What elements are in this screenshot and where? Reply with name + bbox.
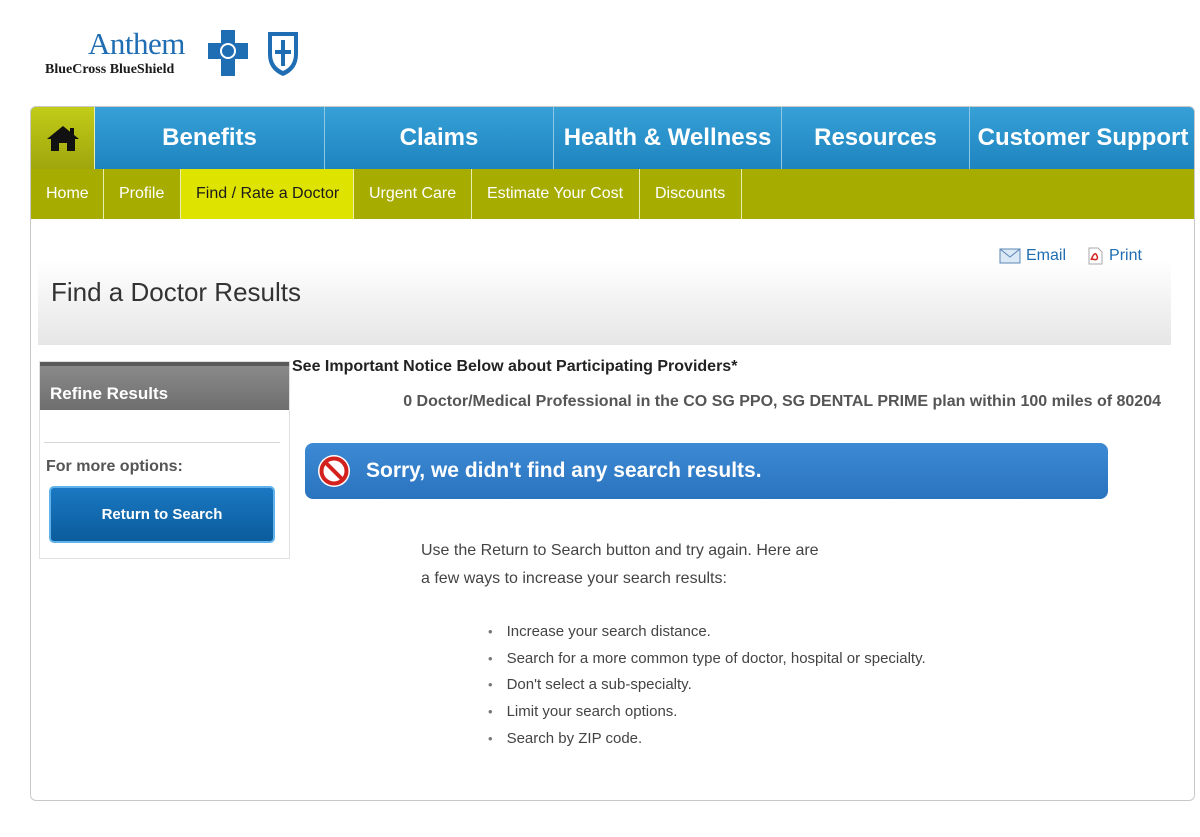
envelope-icon [999, 248, 1021, 264]
page-title: Find a Doctor Results [51, 277, 301, 307]
nav-claims[interactable]: Claims [324, 107, 553, 169]
no-results-banner: Sorry, we didn't find any search results… [305, 443, 1108, 499]
sub-nav: Home Profile Find / Rate a Doctor Urgent… [31, 169, 1194, 219]
list-item: Increase your search distance. [488, 618, 926, 645]
main-frame: Benefits Claims Health & Wellness Resour… [30, 106, 1195, 801]
email-label: Email [1026, 247, 1067, 264]
print-label: Print [1109, 247, 1142, 264]
nav-customer-support[interactable]: Customer Support [969, 107, 1194, 169]
refine-results-heading: Refine Results [40, 362, 289, 410]
subnav-discounts[interactable]: Discounts [640, 169, 742, 219]
refine-results-panel: Refine Results For more options: Return … [39, 361, 290, 559]
home-icon [46, 126, 79, 151]
participating-providers-notice[interactable]: See Important Notice Below about Partici… [292, 358, 737, 376]
help-line-2: a few ways to increase your search resul… [421, 570, 727, 587]
return-to-search-button[interactable]: Return to Search [49, 486, 275, 543]
nav-resources[interactable]: Resources [781, 107, 969, 169]
print-link[interactable]: Print [1086, 247, 1142, 265]
subnav-urgent-care[interactable]: Urgent Care [354, 169, 472, 219]
subnav-find-rate-doctor[interactable]: Find / Rate a Doctor [181, 169, 354, 219]
help-line-1: Use the Return to Search button and try … [421, 542, 819, 559]
prohibited-icon [318, 455, 350, 487]
nav-benefits[interactable]: Benefits [95, 107, 324, 169]
blue-cross-icon [208, 30, 248, 76]
anthem-logo[interactable]: Anthem BlueCross BlueShield [44, 26, 314, 86]
pdf-icon [1088, 247, 1103, 265]
refine-divider [44, 442, 280, 443]
list-item: Search for a more common type of doctor,… [488, 645, 926, 672]
nav-health-wellness[interactable]: Health & Wellness [553, 107, 781, 169]
logo-wordmark: Anthem [88, 26, 185, 61]
nav-home-button[interactable] [31, 107, 95, 169]
results-count: 0 Doctor/Medical Professional in the CO … [403, 393, 1161, 410]
subnav-estimate-cost[interactable]: Estimate Your Cost [472, 169, 640, 219]
email-link[interactable]: Email [999, 247, 1066, 265]
title-band: Find a Doctor Results [38, 259, 1171, 345]
page-tools: Email Print [999, 247, 1142, 265]
list-item: Search by ZIP code. [488, 725, 926, 752]
primary-nav: Benefits Claims Health & Wellness Resour… [31, 107, 1194, 169]
list-item: Don't select a sub-specialty. [488, 671, 926, 698]
more-options-label: For more options: [46, 458, 183, 475]
logo-subtitle: BlueCross BlueShield [45, 62, 175, 77]
blue-shield-icon [268, 32, 298, 76]
subnav-home[interactable]: Home [31, 169, 104, 219]
no-results-message: Sorry, we didn't find any search results… [366, 459, 762, 482]
list-item: Limit your search options. [488, 698, 926, 725]
subnav-profile[interactable]: Profile [104, 169, 181, 219]
help-text: Use the Return to Search button and try … [421, 537, 819, 593]
search-tips-list: Increase your search distance. Search fo… [488, 618, 926, 751]
